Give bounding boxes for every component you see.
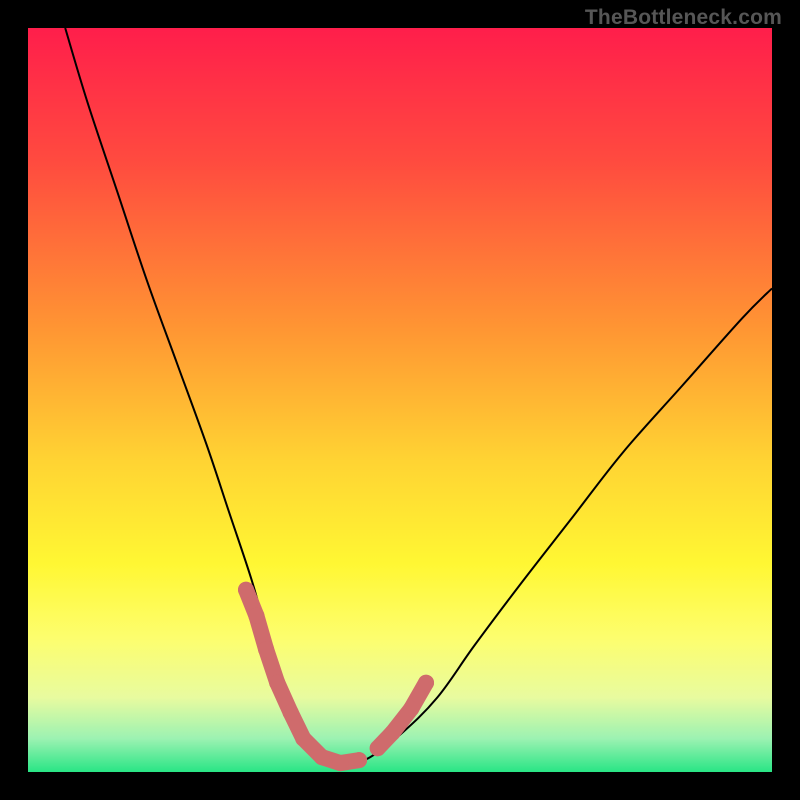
watermark-text: TheBottleneck.com: [585, 6, 782, 30]
marker-dot: [314, 749, 330, 765]
marker-dot: [351, 752, 367, 768]
marker-dot: [370, 740, 386, 756]
marker-dot: [295, 731, 311, 747]
bottleneck-chart: [28, 28, 772, 772]
plot-area: [28, 28, 772, 772]
marker-dot: [258, 641, 274, 657]
marker-dot: [332, 755, 348, 771]
marker-dot: [248, 608, 264, 624]
marker-dot: [385, 725, 401, 741]
chart-frame: TheBottleneck.com: [0, 0, 800, 800]
marker-dot: [403, 701, 419, 717]
marker-dot: [238, 582, 254, 598]
gradient-background: [28, 28, 772, 772]
marker-dot: [418, 675, 434, 691]
marker-dot: [283, 704, 299, 720]
marker-dot: [269, 675, 285, 691]
